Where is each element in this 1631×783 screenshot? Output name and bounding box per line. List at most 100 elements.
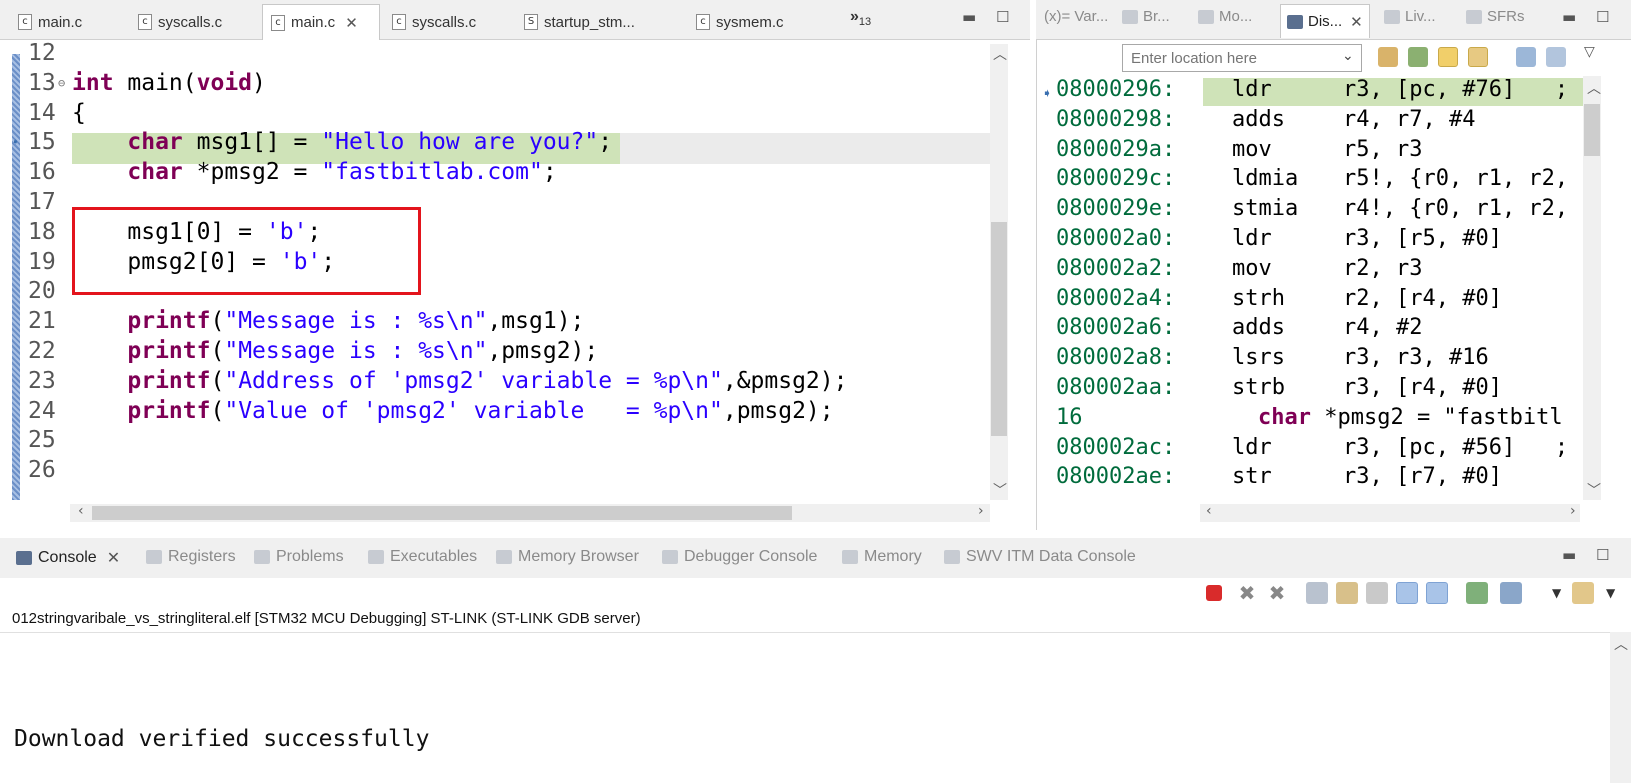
scroll-right-icon[interactable]: ›	[1570, 503, 1576, 519]
show-on-stderr-icon[interactable]	[1426, 582, 1448, 604]
clear-console-icon[interactable]	[1306, 582, 1328, 604]
disassembly-horizontal-scrollbar[interactable]	[1200, 504, 1580, 522]
tab-problems[interactable]: Problems	[254, 548, 344, 566]
tab-syscalls-c-2[interactable]: c syscalls.c	[384, 4, 514, 40]
scroll-up-icon[interactable]: ︿	[993, 44, 1007, 64]
scroll-left-icon[interactable]: ‹	[1206, 503, 1212, 519]
view-menu-icon[interactable]: ▽	[1584, 44, 1595, 60]
pin-icon[interactable]	[1546, 47, 1566, 67]
disassembly-row[interactable]: 080002a8: lsrs r3, r3, #16	[1056, 342, 1586, 373]
tab-variables[interactable]: (x)= Var...	[1044, 8, 1108, 25]
disassembly-icon	[1287, 14, 1303, 29]
tab-executables[interactable]: Executables	[368, 548, 477, 566]
pin-console-icon[interactable]	[1466, 582, 1488, 604]
terminate-icon[interactable]	[1206, 585, 1222, 601]
close-icon[interactable]: ✕	[1350, 13, 1363, 31]
code-line[interactable]: 26	[0, 455, 990, 486]
disassembly-row[interactable]: 080002ae: str r3, [r7, #0]	[1056, 461, 1586, 492]
minimize-icon[interactable]: ▬	[962, 8, 976, 26]
instruction-pointer-icon: ➧	[12, 135, 20, 150]
disassembly-row[interactable]: 080002ac: ldr r3, [pc, #56] ;	[1056, 432, 1586, 463]
code-line[interactable]: 25	[0, 425, 990, 456]
remove-launch-icon[interactable]: ✖	[1236, 582, 1258, 604]
tab-disassembly[interactable]: Dis... ✕	[1280, 4, 1370, 38]
code-line[interactable]: 13 ⊖ int main(void)	[0, 68, 990, 99]
location-input[interactable]	[1122, 44, 1362, 72]
code-line[interactable]: 22 printf("Message is : %s\n",pmsg2);	[0, 336, 990, 367]
scroll-lock-icon[interactable]	[1336, 582, 1358, 604]
scroll-down-icon[interactable]: ﹀	[993, 480, 1007, 500]
tab-startup-stm[interactable]: S startup_stm...	[516, 4, 686, 40]
disassembly-row[interactable]: 080002a0: ldr r3, [r5, #0]	[1056, 223, 1586, 254]
disassembly-row[interactable]: 08000298: adds r4, r7, #4	[1056, 104, 1586, 135]
chevron-down-icon[interactable]: ▼	[1552, 586, 1561, 600]
tab-registers[interactable]: Registers	[146, 548, 236, 566]
disassembly-row[interactable]: 0800029c: ldmia r5!, {r0, r1, r2,	[1056, 163, 1586, 194]
scroll-up-icon[interactable]: ︿	[1587, 78, 1601, 98]
disassembly-row[interactable]: 080002a2: mov r2, r3	[1056, 253, 1586, 284]
tab-swv-itm-data-console[interactable]: SWV ITM Data Console	[944, 548, 1136, 566]
tab-sfrs[interactable]: SFRs	[1466, 8, 1525, 25]
tab-debugger-console[interactable]: Debugger Console	[662, 548, 817, 566]
line-number: 14	[28, 99, 56, 126]
disassembly-source-row[interactable]: 16 char *pmsg2 = "fastbitl	[1056, 402, 1586, 433]
disassembly-row[interactable]: 0800029a: mov r5, r3	[1056, 134, 1586, 165]
tab-main-c-1[interactable]: c main.c	[10, 4, 128, 40]
disassembly-vertical-scroll-thumb[interactable]	[1584, 104, 1600, 156]
disassembly-row[interactable]: 0800029e: stmia r4!, {r0, r1, r2,	[1056, 193, 1586, 224]
maximize-icon[interactable]: ☐	[1596, 546, 1609, 564]
scroll-up-icon[interactable]: ︿	[1614, 634, 1628, 654]
tab-syscalls-c-1[interactable]: c syscalls.c	[130, 4, 260, 40]
code-line[interactable]: 21 printf("Message is : %s\n",msg1);	[0, 306, 990, 337]
tab-sysmem-c[interactable]: c sysmem.c	[688, 4, 828, 40]
tab-live-expressions[interactable]: Liv...	[1384, 8, 1436, 25]
word-wrap-icon[interactable]	[1366, 582, 1388, 604]
instruction-mnemonic: strh	[1232, 285, 1285, 311]
close-icon[interactable]: ✕	[107, 548, 120, 568]
refresh-view-icon[interactable]	[1468, 47, 1488, 67]
scroll-down-icon[interactable]: ﹀	[1587, 480, 1601, 500]
display-console-icon[interactable]	[1500, 582, 1522, 604]
close-icon[interactable]: ✕	[345, 14, 358, 32]
scroll-left-icon[interactable]: ‹	[78, 503, 84, 519]
minimize-icon[interactable]: ▬	[1562, 546, 1576, 564]
editor-horizontal-scroll-thumb[interactable]	[92, 506, 792, 520]
console-vertical-scrollbar[interactable]	[1610, 632, 1631, 783]
chevron-down-icon[interactable]: ⌄	[1342, 48, 1354, 64]
sync-icon[interactable]	[1438, 47, 1458, 67]
disassembly-row[interactable]: 080002a4: strh r2, [r4, #0]	[1056, 283, 1586, 314]
tab-modules[interactable]: Mo...	[1198, 8, 1252, 25]
code-line[interactable]: 15 ➧ char msg1[] = "Hello how are you?";	[0, 127, 990, 158]
console-output-area[interactable]	[0, 632, 1631, 783]
show-on-stdout-icon[interactable]	[1396, 582, 1418, 604]
maximize-icon[interactable]: ☐	[1596, 8, 1609, 26]
code-line[interactable]: 14 {	[0, 98, 990, 129]
code-line[interactable]: 16 char *pmsg2 = "fastbitlab.com";	[0, 157, 990, 188]
code-line[interactable]: 12	[0, 38, 990, 69]
link-with-editor-icon[interactable]	[1378, 47, 1398, 67]
disassembly-row[interactable]: 080002aa: strb r3, [r4, #0]	[1056, 372, 1586, 403]
tab-breakpoints[interactable]: Br...	[1122, 8, 1170, 25]
editor-vertical-scroll-thumb[interactable]	[991, 222, 1007, 436]
scroll-right-icon[interactable]: ›	[978, 503, 984, 519]
maximize-icon[interactable]: ☐	[996, 8, 1009, 26]
chevron-down-icon[interactable]: ▼	[1606, 586, 1615, 600]
tab-memory[interactable]: Memory	[842, 548, 922, 566]
disassembly-row[interactable]: 08000296: ldr r3, [pc, #76] ;	[1056, 74, 1586, 105]
remove-all-icon[interactable]: ✖	[1266, 582, 1288, 604]
code-line[interactable]: 24 printf("Value of 'pmsg2' variable = %…	[0, 396, 990, 427]
code-line[interactable]: 23 printf("Address of 'pmsg2' variable =…	[0, 366, 990, 397]
tab-console[interactable]: Console ✕	[16, 548, 120, 568]
tab-label: syscalls.c	[412, 13, 477, 31]
home-icon[interactable]	[1408, 47, 1428, 67]
c-file-icon: c	[18, 14, 32, 30]
minimize-icon[interactable]: ▬	[1562, 8, 1576, 26]
tab-main-c-active[interactable]: c main.c ✕	[262, 4, 380, 40]
new-view-icon[interactable]	[1516, 47, 1536, 67]
disassembly-row[interactable]: 080002a6: adds r4, #2	[1056, 312, 1586, 343]
c-file-icon: c	[392, 14, 406, 30]
tab-overflow-button[interactable]: »13	[850, 8, 871, 28]
tab-memory-browser[interactable]: Memory Browser	[496, 548, 639, 566]
open-console-icon[interactable]	[1572, 582, 1594, 604]
fold-toggle-icon[interactable]: ⊖	[58, 68, 65, 99]
